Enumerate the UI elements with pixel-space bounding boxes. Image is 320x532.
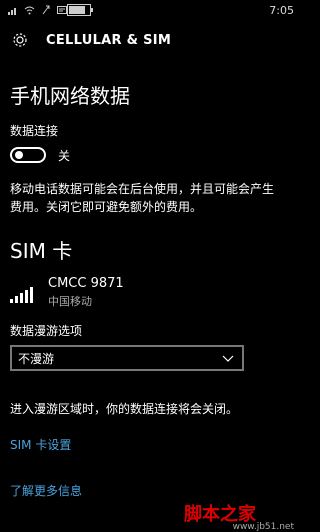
status-time: 7:05 <box>269 3 294 17</box>
notification-icon <box>57 5 67 15</box>
toggle-knob <box>15 151 23 159</box>
data-usage-description: 移动电话数据可能会在后台使用，并且可能会产生 费用。关闭它即可避免额外的费用。 <box>10 180 274 216</box>
gear-icon <box>8 28 32 52</box>
roaming-value: 不漫游 <box>18 351 55 366</box>
chevron-down-icon <box>222 352 234 366</box>
signal-strength-icon <box>10 283 38 303</box>
wifi-icon <box>24 5 35 15</box>
watermark-url: www.jb51.net <box>232 522 294 532</box>
roaming-note: 进入漫游区域时，你的数据连接将会关闭。 <box>10 402 239 416</box>
signal-icon <box>8 5 18 15</box>
page-header: CELLULAR & SIM <box>0 28 300 52</box>
sim-name: CMCC 9871 <box>48 276 124 291</box>
cellular-section-title: 手机网络数据 <box>10 84 130 108</box>
learn-more-link[interactable]: 了解更多信息 <box>10 482 82 499</box>
battery-icon <box>67 4 93 16</box>
page-title: CELLULAR & SIM <box>46 32 172 48</box>
data-connection-toggle[interactable] <box>10 147 46 163</box>
sim-carrier: 中国移动 <box>48 295 92 308</box>
sim-settings-link[interactable]: SIM 卡设置 <box>10 436 71 453</box>
data-connection-label: 数据连接 <box>10 124 59 138</box>
site-watermark: 脚本之家 www.jb51.net <box>184 500 294 532</box>
description-line-1: 移动电话数据可能会在后台使用，并且可能会产生 <box>10 182 275 196</box>
description-line-2: 费用。关闭它即可避免额外的费用。 <box>10 200 203 214</box>
sim-card-item[interactable]: CMCC 9871 中国移动 <box>10 276 124 309</box>
status-bar: 7:05 <box>0 0 300 20</box>
status-icons <box>8 5 67 15</box>
roaming-dropdown[interactable]: 不漫游 <box>10 345 244 371</box>
toggle-state-label: 关 <box>58 149 71 163</box>
roaming-icon <box>41 5 51 15</box>
roaming-label: 数据漫游选项 <box>10 324 83 338</box>
sim-section-title: SIM 卡 <box>10 239 73 263</box>
